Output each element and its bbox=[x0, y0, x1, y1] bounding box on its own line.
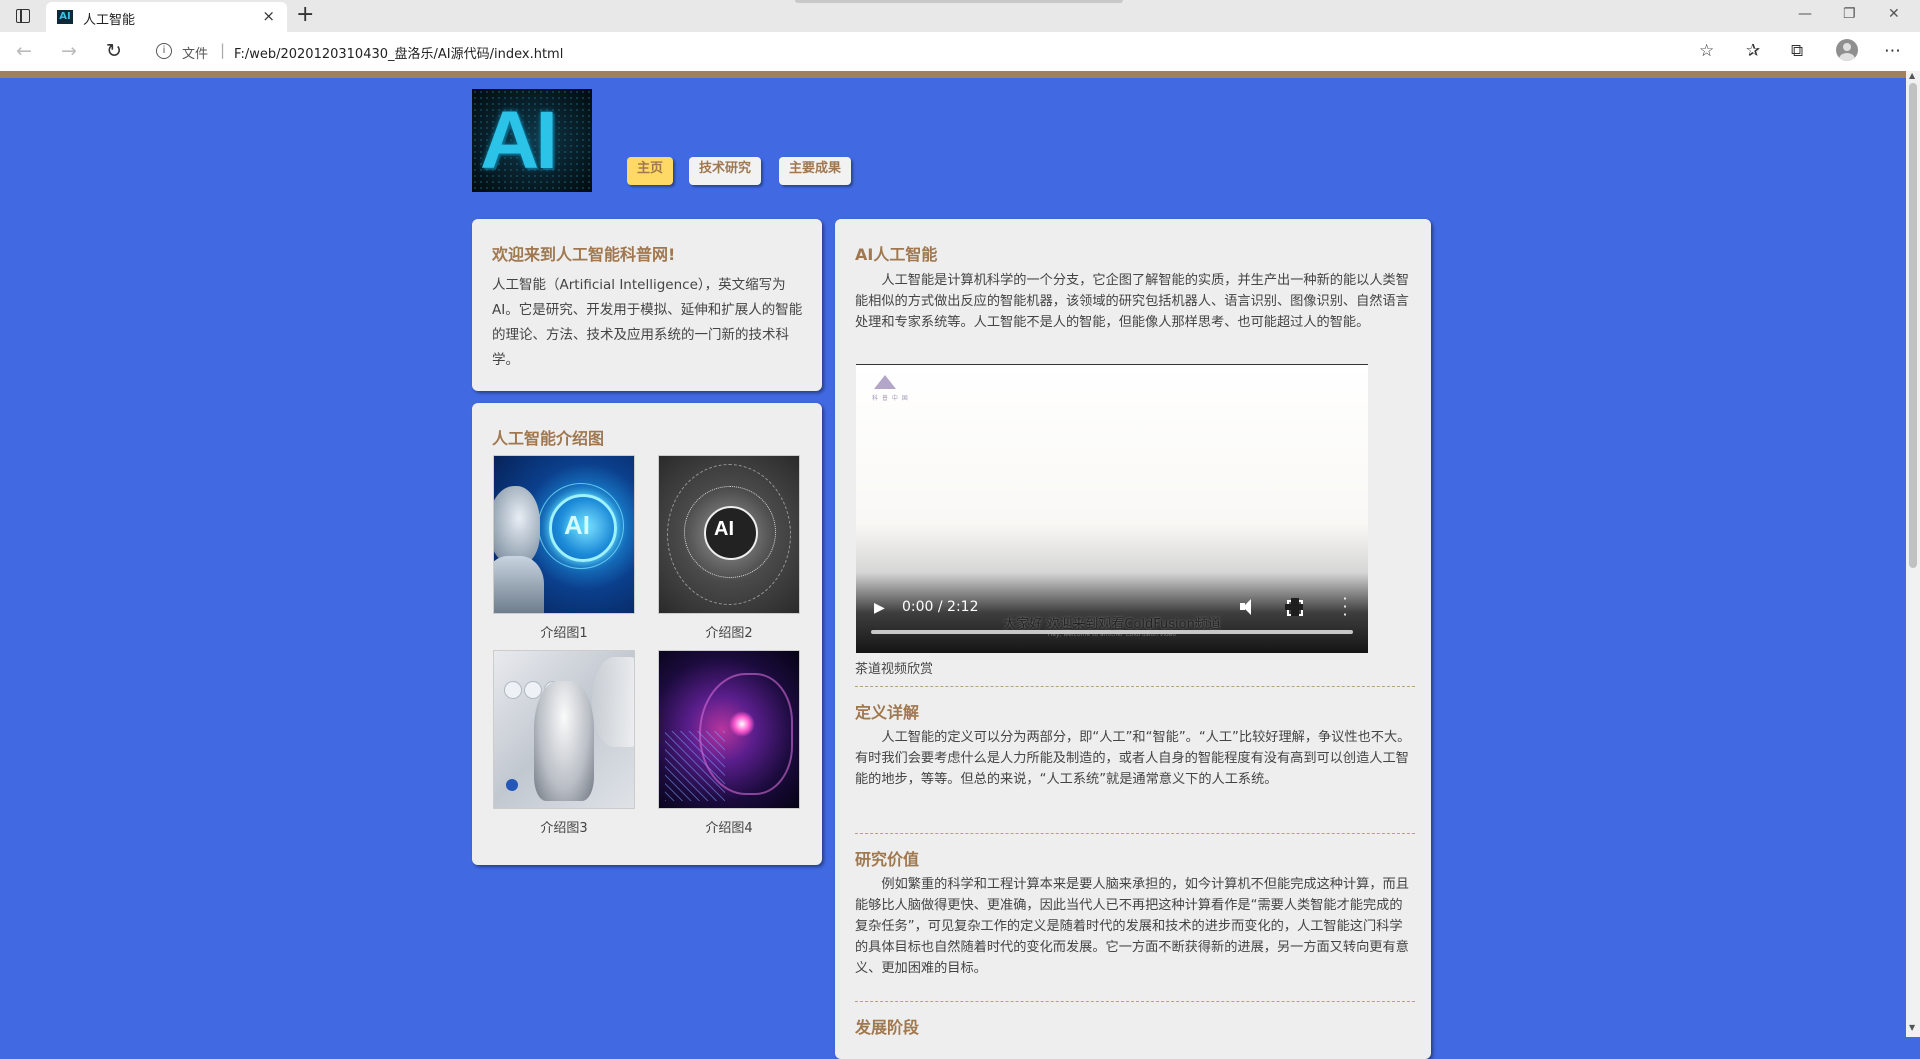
minimize-icon[interactable]: — bbox=[1798, 6, 1812, 22]
section-divider bbox=[855, 686, 1415, 687]
profile-icon[interactable] bbox=[1836, 39, 1858, 61]
section-divider bbox=[855, 1001, 1415, 1002]
video-logo-icon bbox=[874, 375, 896, 391]
ai-intro-image-2[interactable]: AI bbox=[658, 455, 800, 614]
video-more-icon[interactable]: · · · bbox=[1342, 591, 1348, 623]
ai-intro-image-4[interactable] bbox=[658, 650, 800, 809]
main-content-card: AI人工智能 人工智能是计算机科学的一个分支，它企图了解智能的实质，并生产出一种… bbox=[835, 219, 1431, 1059]
nav-home-button[interactable]: 主页 bbox=[627, 157, 674, 185]
gallery-title: 人工智能介绍图 bbox=[492, 429, 605, 448]
favorites-icon[interactable]: ✰ bbox=[1746, 41, 1760, 61]
close-window-icon[interactable]: ✕ bbox=[1888, 6, 1900, 22]
gallery-item-2[interactable]: AI 介绍图2 bbox=[658, 455, 800, 641]
video-time: 0:00 / 2:12 bbox=[902, 599, 979, 615]
header-accent-stripe bbox=[0, 71, 1906, 78]
scrollbar-thumb[interactable] bbox=[1909, 83, 1917, 568]
welcome-text: 人工智能（Artificial Intelligence），英文缩写为AI。它是… bbox=[492, 277, 803, 368]
collections-icon[interactable]: ⧉ bbox=[1791, 41, 1803, 61]
sidebar-toggle-icon[interactable] bbox=[14, 7, 32, 25]
section-title: 发展阶段 bbox=[855, 1018, 920, 1037]
tab-title: 人工智能 bbox=[83, 13, 136, 28]
gallery-item-4[interactable]: 介绍图4 bbox=[658, 650, 800, 836]
ai-intro-image-3[interactable] bbox=[493, 650, 635, 809]
video-logo-text: 科 普 中 国 bbox=[872, 395, 909, 402]
nav-research-button[interactable]: 技术研究 bbox=[689, 157, 762, 185]
section-text: 例如繁重的科学和工程计算本来是要人脑来承担的，如今计算机不但能完成这种计算，而且… bbox=[855, 877, 1409, 976]
scroll-down-icon[interactable]: ▼ bbox=[1909, 1023, 1915, 1032]
gallery-item-1[interactable]: AI 介绍图1 bbox=[493, 455, 635, 641]
welcome-title: 欢迎来到人工智能科普网! bbox=[492, 245, 676, 264]
site-logo[interactable]: AI bbox=[472, 89, 592, 192]
refresh-icon[interactable]: ↻ bbox=[106, 39, 122, 63]
browser-tab-bar: AI 人工智能 × + — ❐ ✕ bbox=[0, 0, 1920, 32]
gallery-card: 人工智能介绍图 AI 介绍图1 AI 介绍图2 介绍图3 介绍图4 bbox=[472, 403, 822, 865]
scroll-up-icon[interactable]: ▲ bbox=[1909, 71, 1915, 80]
gallery-caption: 介绍图4 bbox=[705, 821, 753, 836]
section-title: 定义详解 bbox=[855, 703, 920, 722]
nav-achievements-button[interactable]: 主要成果 bbox=[779, 157, 852, 185]
gallery-caption: 介绍图1 bbox=[540, 626, 588, 641]
play-icon[interactable]: ▶ bbox=[874, 600, 885, 616]
volume-icon[interactable] bbox=[1239, 598, 1257, 616]
close-tab-icon[interactable]: × bbox=[262, 7, 275, 25]
intro-text: 人工智能是计算机科学的一个分支，它企图了解智能的实质，并生产出一种新的能以人类智… bbox=[855, 273, 1409, 330]
favicon-icon: AI bbox=[57, 10, 73, 24]
address-bar: ← → ↻ i 文件 | F:/web/2020120310430_盘洛乐/AI… bbox=[0, 32, 1920, 72]
browser-tab[interactable]: AI 人工智能 × bbox=[46, 2, 287, 32]
ai-intro-image-1[interactable]: AI bbox=[493, 455, 635, 614]
section-title: 研究价值 bbox=[855, 850, 920, 869]
video-progress-bar[interactable] bbox=[871, 630, 1353, 634]
page-scrollbar[interactable]: ▲ ▼ bbox=[1906, 71, 1920, 1037]
video-player[interactable]: 科 普 中 国 大家好 欢迎来到观看ColdFusion频道 Hey, welc… bbox=[856, 364, 1368, 653]
restore-icon[interactable]: ❐ bbox=[1843, 6, 1856, 22]
gallery-item-3[interactable]: 介绍图3 bbox=[493, 650, 635, 836]
intro-title: AI人工智能 bbox=[855, 245, 938, 264]
video-caption: 茶道视频欣赏 bbox=[855, 662, 934, 677]
url-scheme-label: 文件 bbox=[182, 47, 209, 62]
info-icon[interactable]: i bbox=[156, 43, 172, 59]
add-favorite-icon[interactable]: ☆ bbox=[1699, 41, 1714, 61]
new-tab-button[interactable]: + bbox=[296, 3, 314, 27]
gallery-caption: 介绍图3 bbox=[540, 821, 588, 836]
section-divider bbox=[855, 833, 1415, 834]
logo-text: AI bbox=[480, 95, 558, 186]
drag-hint-bar bbox=[795, 0, 1123, 3]
url-text[interactable]: F:/web/2020120310430_盘洛乐/AI源代码/index.htm… bbox=[234, 43, 563, 62]
welcome-card: 欢迎来到人工智能科普网! 人工智能（Artificial Intelligenc… bbox=[472, 219, 822, 391]
forward-icon[interactable]: → bbox=[61, 39, 77, 63]
back-icon[interactable]: ← bbox=[16, 39, 32, 63]
gallery-caption: 介绍图2 bbox=[705, 626, 753, 641]
url-field[interactable]: i 文件 | F:/web/2020120310430_盘洛乐/AI源代码/in… bbox=[144, 37, 1700, 65]
more-icon[interactable]: ⋯ bbox=[1884, 41, 1901, 61]
section-text: 人工智能的定义可以分为两部分，即“人工”和“智能”。“人工”比较好理解，争议性也… bbox=[855, 730, 1411, 787]
url-separator: | bbox=[220, 41, 226, 59]
